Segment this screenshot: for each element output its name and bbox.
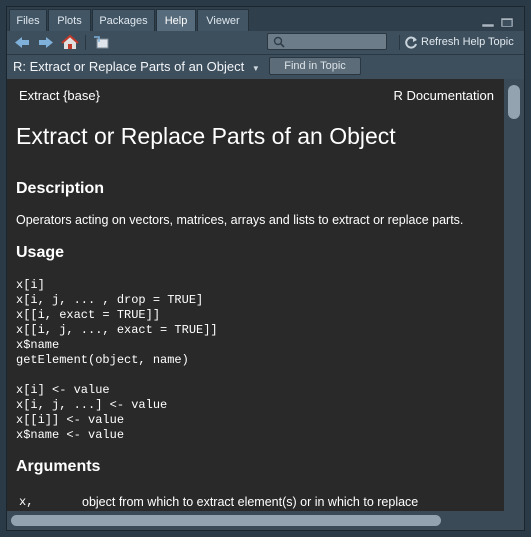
help-search-input[interactable] xyxy=(267,33,387,50)
topic-bar: R: Extract or Replace Parts of an Object… xyxy=(7,55,524,80)
doc-source-label: R Documentation xyxy=(393,88,494,103)
argument-name: x, object xyxy=(19,495,62,511)
search-icon xyxy=(273,36,285,48)
chevron-down-icon: ▼ xyxy=(251,64,260,73)
refresh-help-topic-button[interactable]: Refresh Help Topic xyxy=(405,33,514,52)
tab-packages[interactable]: Packages xyxy=(92,9,155,31)
minimize-icon[interactable] xyxy=(481,15,495,28)
package-label: Extract {base} xyxy=(19,88,100,103)
usage-heading: Usage xyxy=(16,244,65,261)
tab-viewer[interactable]: Viewer xyxy=(197,9,249,31)
doc-title: Extract or Replace Parts of an Object xyxy=(16,123,396,149)
help-pane: Files Plots Packages Help Viewer Refresh… xyxy=(6,6,525,531)
toolbar-divider xyxy=(85,35,86,50)
scrollbar-corner xyxy=(504,511,524,530)
find-in-topic-button[interactable]: Find in Topic xyxy=(269,57,361,75)
horizontal-scroll-thumb[interactable] xyxy=(11,515,441,526)
vertical-scrollbar[interactable] xyxy=(504,79,524,511)
refresh-icon xyxy=(405,36,417,49)
description-heading: Description xyxy=(16,180,105,197)
help-toolbar: Refresh Help Topic xyxy=(7,31,524,55)
popout-icon[interactable] xyxy=(93,34,111,51)
maximize-icon[interactable] xyxy=(500,15,514,28)
arguments-heading: Arguments xyxy=(16,458,101,475)
vertical-scroll-thumb[interactable] xyxy=(508,85,520,119)
argument-description: object from which to extract element(s) … xyxy=(82,495,419,511)
home-icon[interactable] xyxy=(61,34,79,51)
topic-dropdown[interactable]: R: Extract or Replace Parts of an Object… xyxy=(13,58,260,78)
usage-code-block-assign: x[i] <- value x[i, j, ...] <- value x[[i… xyxy=(16,383,168,442)
help-document: Extract {base} R Documentation Extract o… xyxy=(7,79,504,511)
tab-bar: Files Plots Packages Help Viewer xyxy=(7,7,524,32)
horizontal-scrollbar[interactable] xyxy=(7,511,504,530)
arrow-left-icon[interactable] xyxy=(13,34,31,51)
refresh-label: Refresh Help Topic xyxy=(421,36,514,48)
topic-label: R: Extract or Replace Parts of an Object xyxy=(13,59,245,74)
tab-help[interactable]: Help xyxy=(156,9,196,32)
tab-plots[interactable]: Plots xyxy=(48,9,91,31)
arrow-right-icon[interactable] xyxy=(37,34,55,51)
toolbar-divider xyxy=(399,35,400,50)
description-text: Operators acting on vectors, matrices, a… xyxy=(16,213,464,227)
tab-files[interactable]: Files xyxy=(9,9,47,31)
usage-code-block: x[i] x[i, j, ... , drop = TRUE] x[[i, ex… xyxy=(16,278,218,367)
